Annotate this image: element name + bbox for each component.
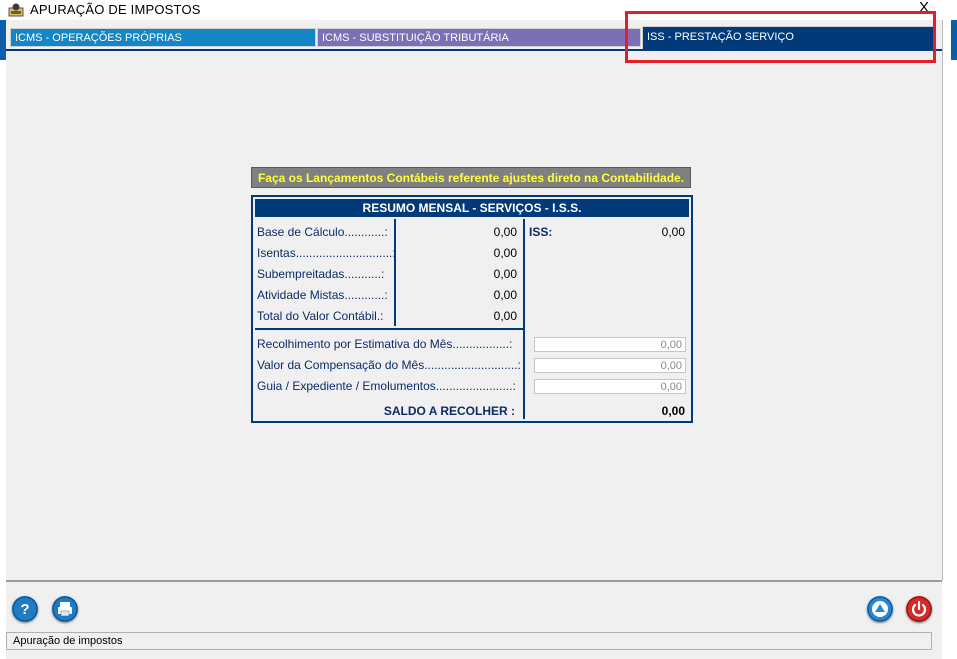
panel-title: RESUMO MENSAL - SERVIÇOS - I.S.S.	[255, 199, 689, 217]
app-logo-icon	[8, 2, 24, 17]
iss-value: 0,00	[661, 225, 685, 239]
atividade-mistas-value: 0,00	[493, 288, 517, 302]
title-bar: APURAÇÃO DE IMPOSTOS X	[0, 0, 957, 20]
base-calculo-label: Base de Cálculo............:	[257, 225, 388, 239]
saldo-recolher-label: SALDO A RECOLHER :	[383, 404, 515, 418]
print-button[interactable]	[52, 596, 78, 622]
status-bar: Apuração de impostos	[6, 632, 932, 650]
help-icon: ?	[12, 596, 38, 622]
total-valor-contabil-label: Total do Valor Contábil.:	[257, 309, 384, 323]
iss-summary-panel: RESUMO MENSAL - SERVIÇOS - I.S.S. Base d…	[251, 195, 693, 423]
isentas-value: 0,00	[493, 246, 517, 260]
valor-compensacao-input[interactable]	[534, 358, 686, 373]
status-text: Apuração de impostos	[13, 635, 123, 647]
up-arrow-icon	[867, 596, 893, 622]
subempreitadas-value: 0,00	[493, 267, 517, 281]
power-icon	[906, 596, 932, 622]
tab-icms-substituicao-tributaria[interactable]: ICMS - SUBSTITUIÇÃO TRIBUTÁRIA	[317, 28, 641, 47]
iss-label: ISS:	[529, 225, 553, 239]
tab-iss-prestacao-servico[interactable]: ISS - PRESTAÇÃO SERVIÇO	[642, 26, 936, 50]
power-button[interactable]	[906, 596, 932, 622]
close-icon[interactable]: X	[919, 0, 929, 16]
guia-expediente-input[interactable]	[534, 379, 686, 394]
tab-label: ISS - PRESTAÇÃO SERVIÇO	[647, 31, 794, 43]
tab-icms-operacoes-proprias[interactable]: ICMS - OPERAÇÕES PRÓPRIAS	[10, 28, 316, 47]
window-title: APURAÇÃO DE IMPOSTOS	[30, 2, 201, 17]
saldo-recolher-value: 0,00	[661, 404, 685, 418]
notice-banner: Faça os Lançamentos Contábeis referente …	[251, 167, 691, 188]
valor-compensacao-label: Valor da Compensação do Mês.............…	[257, 358, 521, 372]
subempreitadas-label: Subempreitadas...........:	[257, 267, 385, 281]
recolhimento-estimativa-label: Recolhimento por Estimativa do Mês......…	[257, 337, 513, 351]
help-button[interactable]: ?	[12, 596, 38, 622]
print-icon	[52, 596, 78, 622]
tab-label: ICMS - OPERAÇÕES PRÓPRIAS	[15, 32, 182, 44]
app-window: APURAÇÃO DE IMPOSTOS X ICMS - OPERAÇÕES …	[0, 0, 957, 659]
divider	[394, 219, 396, 326]
isentas-label: Isentas.............................:	[257, 246, 396, 260]
tab-label: ICMS - SUBSTITUIÇÃO TRIBUTÁRIA	[322, 32, 509, 44]
recolhimento-estimativa-input[interactable]	[534, 337, 686, 352]
tab-underline	[6, 49, 942, 51]
divider	[255, 328, 523, 330]
atividade-mistas-label: Atividade Mistas............:	[257, 288, 388, 302]
base-calculo-value: 0,00	[493, 225, 517, 239]
svg-text:?: ?	[20, 601, 29, 618]
guia-expediente-label: Guia / Expediente / Emolumentos.........…	[257, 379, 516, 393]
divider	[523, 219, 525, 419]
total-valor-contabil-value: 0,00	[493, 309, 517, 323]
up-button[interactable]	[867, 596, 893, 622]
window-edge-right	[951, 20, 957, 60]
